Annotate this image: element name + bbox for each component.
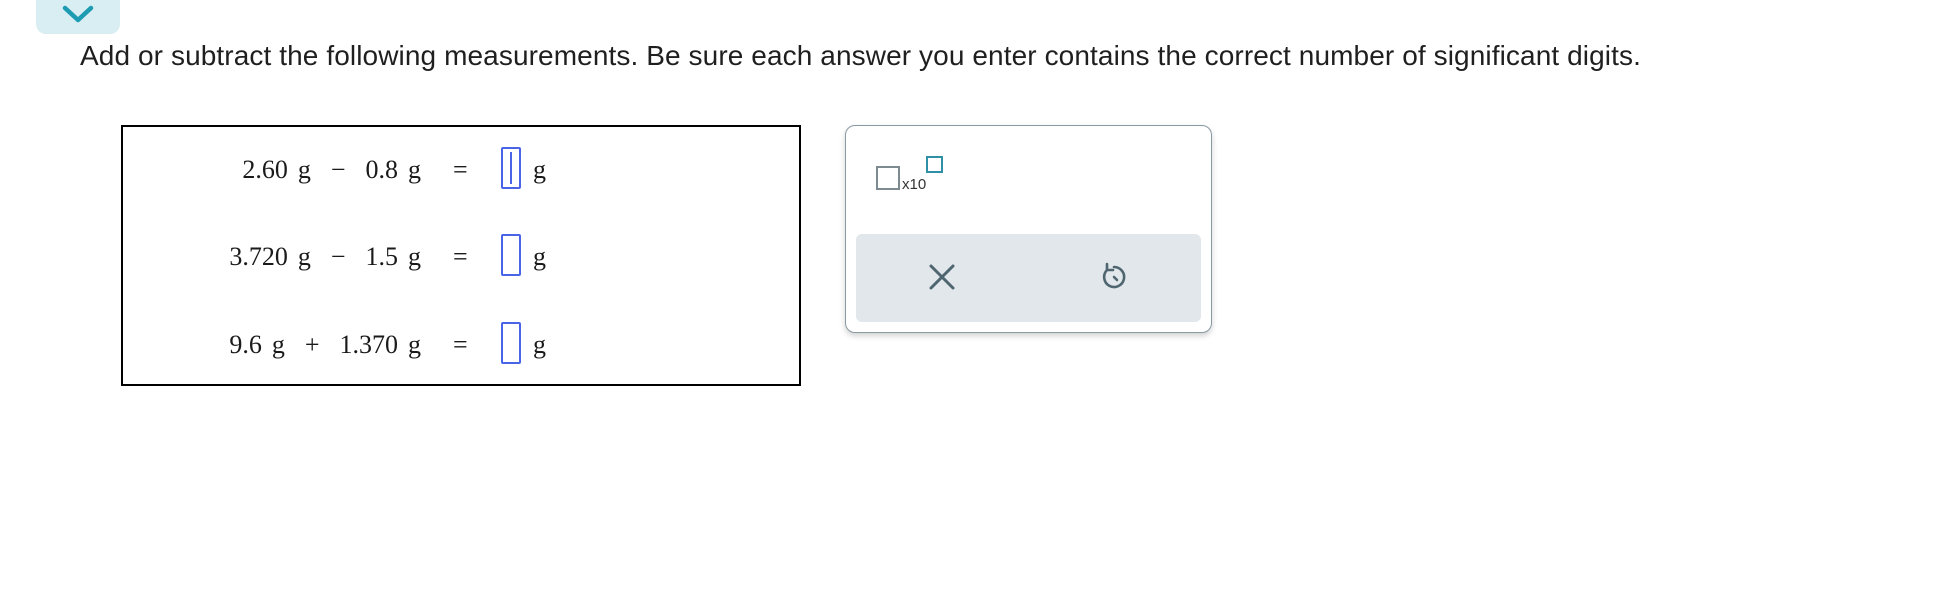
equals-sign: = bbox=[453, 330, 468, 359]
close-icon bbox=[929, 264, 955, 290]
operator: − bbox=[330, 242, 346, 271]
action-bar bbox=[856, 234, 1201, 322]
equation-row-2: 3.720 g −1.5 g = g bbox=[123, 234, 799, 278]
undo-button[interactable] bbox=[1096, 259, 1132, 295]
expression: 9.6 g +1.370 g bbox=[229, 330, 421, 360]
operand-b-unit: g bbox=[408, 155, 421, 184]
chevron-down-icon bbox=[62, 5, 94, 23]
operand-b: 1.370 bbox=[339, 330, 399, 359]
operand-b-unit: g bbox=[408, 242, 421, 271]
operator: − bbox=[330, 155, 346, 184]
expression: 3.720 g −1.5 g bbox=[229, 242, 421, 272]
operand-a-unit: g bbox=[297, 242, 311, 271]
scientific-notation-button[interactable]: x10 bbox=[876, 156, 946, 200]
equals-sign: = bbox=[453, 242, 468, 271]
operand-a: 2.60 bbox=[242, 155, 288, 184]
answer-unit: g bbox=[533, 155, 546, 184]
x10-label: x10 bbox=[902, 176, 927, 193]
equals-sign: = bbox=[453, 155, 468, 184]
exponent-placeholder-icon bbox=[926, 156, 943, 173]
operand-a: 9.6 bbox=[229, 330, 262, 359]
operand-a-unit: g bbox=[297, 155, 311, 184]
collapse-toggle-button[interactable] bbox=[36, 0, 120, 34]
math-tool-panel: x10 bbox=[845, 125, 1212, 333]
cursor-marker-bottom bbox=[505, 190, 517, 193]
answer-input-2[interactable] bbox=[501, 234, 521, 276]
operator: + bbox=[304, 330, 320, 359]
answer-input-1[interactable] bbox=[501, 147, 521, 189]
base-placeholder-icon bbox=[876, 166, 900, 190]
clear-button[interactable] bbox=[924, 259, 960, 295]
problem-box: 2.60 g −0.8 g = g 3.720 g −1.5 g = g 9.6 g +1.37… bbox=[121, 125, 801, 386]
undo-icon bbox=[1102, 262, 1126, 289]
operand-b: 1.5 bbox=[365, 242, 399, 271]
answer-input-3[interactable] bbox=[501, 322, 521, 364]
answer-unit: g bbox=[533, 330, 546, 359]
operand-b-unit: g bbox=[408, 330, 421, 359]
answer-unit: g bbox=[533, 242, 546, 271]
equation-row-3: 9.6 g +1.370 g = g bbox=[123, 322, 799, 366]
equation-row-1: 2.60 g −0.8 g = g bbox=[123, 147, 799, 191]
operand-b: 0.8 bbox=[365, 155, 399, 184]
instructions-text: Add or subtract the following measuremen… bbox=[80, 40, 1641, 71]
operand-a-unit: g bbox=[271, 330, 285, 359]
operand-a: 3.720 bbox=[229, 242, 288, 271]
expression: 2.60 g −0.8 g bbox=[242, 155, 421, 185]
